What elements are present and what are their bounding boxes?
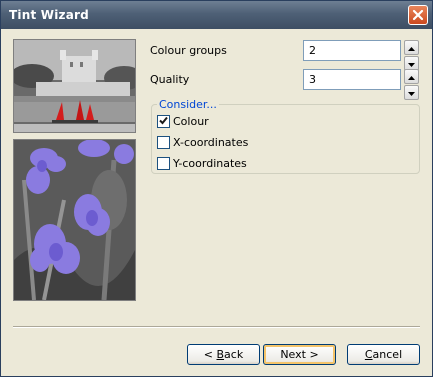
consider-group-title: Consider...	[157, 98, 219, 111]
title-bar[interactable]: Tint Wizard	[1, 1, 432, 29]
window-title: Tint Wizard	[9, 8, 89, 22]
cancel-button-rest: ancel	[372, 348, 403, 361]
close-icon	[412, 9, 424, 21]
quality-input[interactable]	[303, 69, 401, 90]
colour-groups-spinner	[404, 40, 419, 71]
flower-preview-image	[13, 139, 136, 301]
quality-label: Quality	[150, 73, 190, 86]
x-coordinates-label: X-coordinates	[173, 136, 249, 149]
x-coordinates-checkbox[interactable]	[157, 136, 170, 149]
tint-wizard-window: Tint Wizard Colour groups 2 Quality 3 Co…	[0, 0, 433, 377]
checkmark-icon	[159, 115, 168, 128]
colour-checkbox[interactable]	[157, 115, 170, 128]
arrow-up-icon	[408, 41, 415, 54]
tower-preview-image	[13, 39, 136, 133]
cancel-button-mnemonic: C	[364, 348, 373, 361]
y-coordinates-option[interactable]: Y-coordinates	[157, 157, 247, 170]
back-button-prefix: <	[203, 348, 217, 361]
back-button-mnemonic: B	[216, 348, 225, 361]
button-separator	[13, 326, 420, 328]
back-button-rest: ack	[224, 348, 244, 361]
close-button[interactable]	[408, 5, 428, 25]
y-coordinates-label: Y-coordinates	[173, 157, 247, 170]
colour-groups-up-button[interactable]	[404, 40, 419, 55]
cancel-button[interactable]: Cancel	[347, 344, 420, 365]
next-button-label: Next >	[280, 348, 319, 361]
colour-option[interactable]: Colour	[157, 115, 209, 128]
y-coordinates-checkbox[interactable]	[157, 157, 170, 170]
quality-down-button[interactable]	[404, 85, 419, 100]
quality-spinner	[404, 69, 419, 100]
arrow-down-icon	[408, 86, 415, 99]
colour-option-label: Colour	[173, 115, 209, 128]
next-button[interactable]: Next >	[263, 344, 336, 365]
back-button[interactable]: < Back	[187, 344, 260, 365]
arrow-up-icon	[408, 70, 415, 83]
x-coordinates-option[interactable]: X-coordinates	[157, 136, 248, 149]
colour-groups-input[interactable]	[303, 40, 401, 61]
colour-groups-label: Colour groups	[150, 44, 227, 57]
quality-up-button[interactable]	[404, 69, 419, 84]
